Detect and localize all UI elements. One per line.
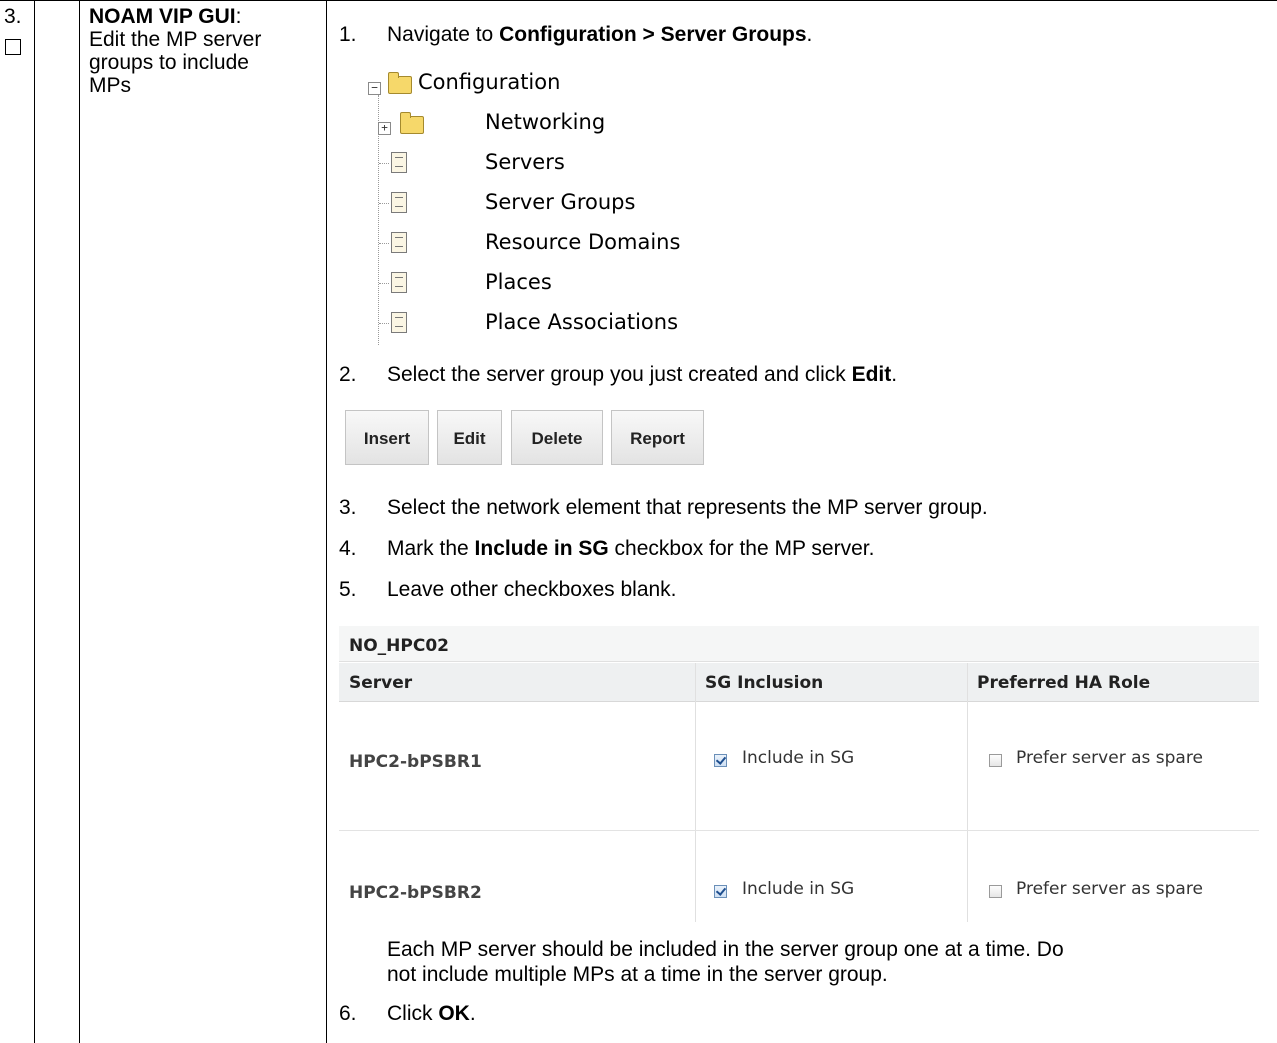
include-in-sg-label: Include in SG [742, 748, 855, 768]
tree-item-networking[interactable]: Networking [485, 104, 685, 140]
open-folder-icon [388, 72, 412, 94]
tree-item-servers[interactable]: Servers [485, 144, 685, 180]
tree-item-server-groups[interactable]: Server Groups [485, 184, 685, 220]
note-line: not include multiple MPs at a time in th… [387, 963, 888, 986]
step-text-end: . [469, 1002, 476, 1025]
table-row: HPC2-bPSBR1 Include in SG Prefer server … [339, 702, 1259, 831]
step-index: 5. [339, 578, 357, 601]
include-in-sg-checkbox[interactable] [714, 885, 727, 898]
tree-item-label: Resource Domains [485, 230, 681, 254]
step-text-end: checkbox for the MP server. [608, 537, 875, 560]
tree-guide-line [379, 283, 389, 284]
tree-item-label: Networking [485, 110, 606, 134]
step-text: Mark the [387, 537, 475, 560]
table-column-divider [34, 0, 35, 1043]
column-header-preferred-ha-role: Preferred HA Role [977, 673, 1151, 693]
collapse-toggle-icon[interactable]: − [368, 82, 381, 95]
include-in-sg-label: Include in SG [742, 879, 855, 899]
tree-guide-line [379, 323, 389, 324]
prefer-spare-label: Prefer server as spare [1016, 879, 1203, 899]
folder-icon [400, 112, 424, 134]
document-icon [391, 232, 407, 253]
instruction-step-6: 6. Click OK. [339, 1001, 476, 1026]
prefer-spare-label: Prefer server as spare [1016, 748, 1203, 768]
server-name: HPC2-bPSBR1 [349, 752, 482, 772]
step-emphasis: Edit [851, 363, 892, 386]
instruction-step-5: 5. Leave other checkboxes blank. [339, 577, 677, 602]
include-in-sg-checkbox[interactable] [714, 754, 727, 767]
tree-item-places[interactable]: Places [485, 264, 685, 300]
tree-item-label: Configuration [418, 70, 561, 94]
expand-toggle-icon[interactable]: + [378, 122, 391, 135]
step-text: Click [387, 1002, 439, 1025]
step-description-line: groups to include [89, 51, 249, 74]
action-button-bar: Insert Edit Delete Report [341, 410, 705, 467]
table-column-divider [79, 0, 80, 1043]
instruction-step-1: 1. Navigate to Configuration > Server Gro… [339, 22, 812, 47]
insert-button[interactable]: Insert [345, 410, 429, 465]
tree-item-label: Places [485, 270, 552, 294]
step-index: 3. [339, 496, 357, 519]
column-header-server: Server [349, 673, 413, 693]
step-emphasis: OK [438, 1002, 470, 1025]
step-text: Select the server group you just created… [387, 363, 852, 386]
step-index: 6. [339, 1002, 357, 1025]
document-icon [391, 192, 407, 213]
step-index: 2. [339, 363, 357, 386]
tree-item-label: Place Associations [485, 310, 679, 334]
instruction-step-2: 2. Select the server group you just creat… [339, 362, 897, 387]
step-heading: NOAM VIP GUI [89, 5, 236, 28]
prefer-spare-checkbox[interactable] [989, 754, 1002, 767]
step-index: 1. [339, 23, 357, 46]
table-column-divider [326, 0, 327, 1043]
instruction-step-4: 4. Mark the Include in SG checkbox for th… [339, 536, 874, 561]
step-checkbox[interactable] [5, 39, 21, 55]
report-button[interactable]: Report [611, 410, 704, 465]
step-emphasis: Configuration > Server Groups [499, 23, 807, 46]
table-row: HPC2-bPSBR2 Include in SG Prefer server … [339, 831, 1259, 922]
step-text: Select the network element that represen… [387, 496, 988, 519]
server-name: HPC2-bPSBR2 [349, 883, 482, 903]
tree-item-label: Servers [485, 150, 565, 174]
prefer-spare-checkbox[interactable] [989, 885, 1002, 898]
step-text: Navigate to [387, 23, 500, 46]
table-top-border [0, 0, 1277, 1]
step-text: Leave other checkboxes blank. [387, 578, 677, 601]
step-description: NOAM VIP GUI: Edit the MP server groups … [89, 5, 261, 97]
note-line: Each MP server should be included in the… [387, 938, 1064, 961]
step-description-line: MPs [89, 74, 131, 97]
step-text-end: . [806, 23, 813, 46]
tree-item-configuration[interactable]: Configuration [418, 64, 618, 100]
tree-guide-line [379, 203, 389, 204]
column-header-sg-inclusion: SG Inclusion [705, 673, 824, 693]
step-emphasis: Include in SG [474, 537, 609, 560]
document-icon [391, 152, 407, 173]
tree-guide-line [379, 163, 389, 164]
server-group-title: NO_HPC02 [339, 626, 1259, 662]
delete-button[interactable]: Delete [511, 410, 603, 465]
tree-guide-line [379, 243, 389, 244]
step-number: 3. [4, 5, 22, 28]
server-group-table: NO_HPC02 Server SG Inclusion Preferred H… [339, 626, 1259, 922]
tree-item-resource-domains[interactable]: Resource Domains [485, 224, 725, 260]
step-text-end: . [891, 363, 898, 386]
instruction-step-3: 3. Select the network element that repres… [339, 495, 988, 520]
note-text: Each MP server should be included in the… [387, 937, 1267, 987]
document-icon [391, 272, 407, 293]
step-description-line: Edit the MP server [89, 28, 262, 51]
table-header-row: Server SG Inclusion Preferred HA Role [339, 663, 1259, 702]
tree-item-place-associations[interactable]: Place Associations [485, 304, 725, 340]
edit-button[interactable]: Edit [437, 410, 502, 465]
step-heading-colon: : [235, 5, 242, 28]
tree-item-label: Server Groups [485, 184, 636, 220]
step-index: 4. [339, 537, 357, 560]
document-icon [391, 312, 407, 333]
